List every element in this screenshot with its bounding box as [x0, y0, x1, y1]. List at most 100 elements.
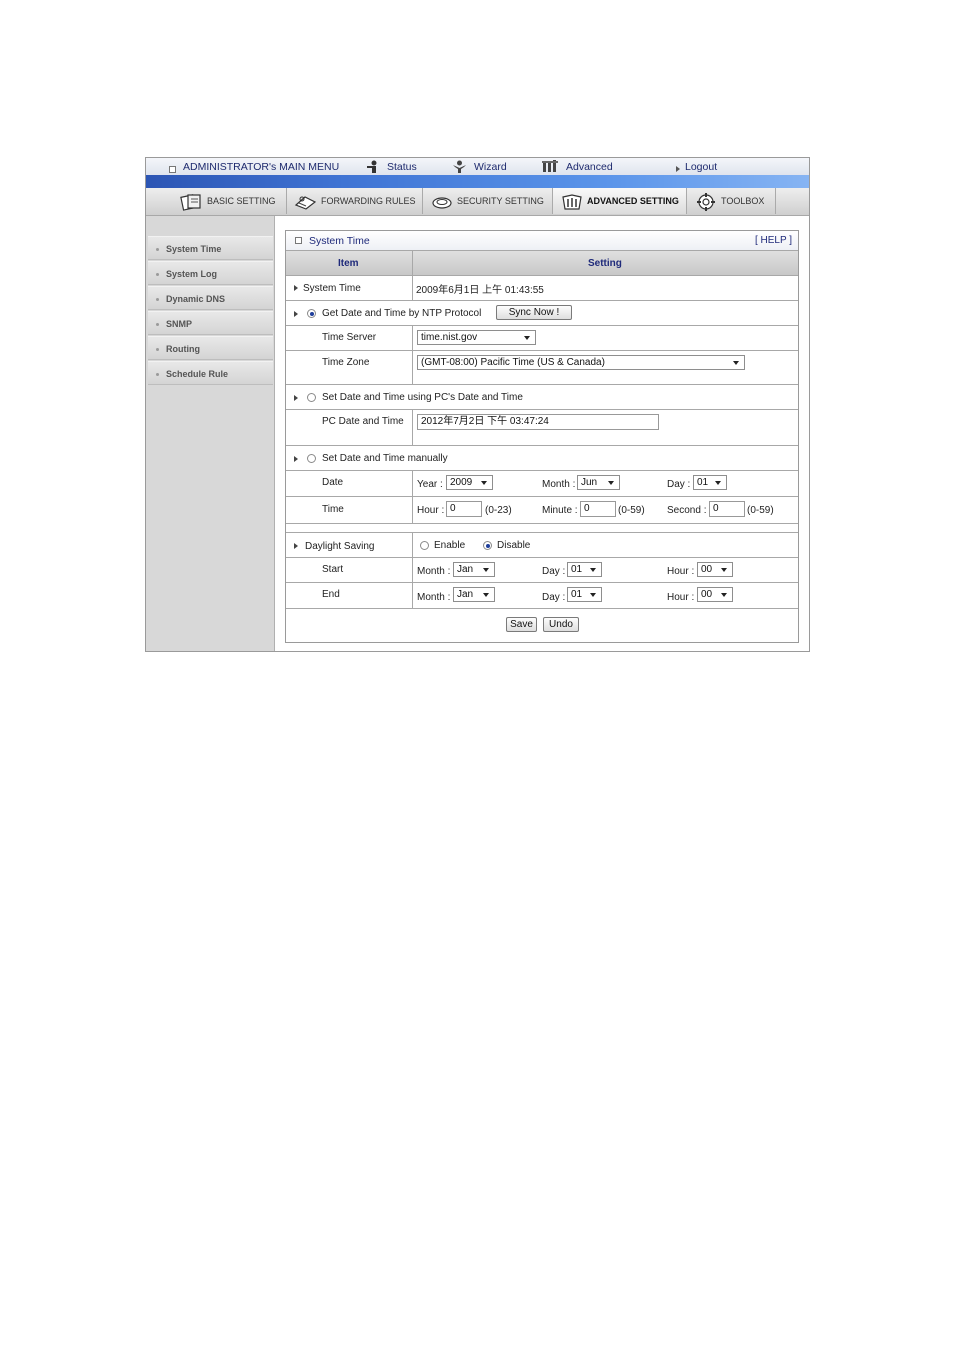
manual-time-radio[interactable] — [307, 454, 316, 463]
end-hour-select[interactable]: 00 — [697, 587, 733, 602]
pc-date-time-label: PC Date and Time — [322, 416, 404, 427]
wizard-link[interactable]: Wizard — [474, 161, 507, 174]
day-select[interactable]: 01 — [693, 475, 727, 490]
bullet-icon — [156, 373, 159, 377]
tab-forwarding-rules[interactable]: FORWARDING RULES — [287, 188, 423, 214]
bullet-icon — [156, 248, 159, 252]
title-square-icon — [295, 237, 302, 244]
bullet-icon — [156, 298, 159, 302]
main-menu-bar: ADMINISTRATOR's MAIN MENU Status Wizard … — [146, 158, 809, 175]
start-month-select[interactable]: Jan — [453, 562, 495, 577]
time-server-label: Time Server — [322, 332, 377, 343]
spacer-row — [286, 524, 798, 533]
sidebar-item-label: Routing — [166, 344, 200, 354]
page-title: System Time — [309, 235, 370, 247]
basic-setting-icon — [179, 193, 205, 211]
sidebar-item-system-time[interactable]: System Time — [148, 236, 273, 260]
tab-basic-setting[interactable]: BASIC SETTING — [173, 188, 287, 214]
help-link[interactable]: [ HELP ] — [755, 235, 792, 246]
time-zone-select[interactable]: (GMT-08:00) Pacific Time (US & Canada) — [417, 355, 745, 370]
sidebar-item-label: Schedule Rule — [166, 369, 229, 379]
time-server-row: Time Server time.nist.gov — [286, 326, 798, 351]
forwarding-rules-icon — [293, 193, 319, 211]
toolbox-icon — [693, 192, 719, 211]
time-zone-row: Time Zone (GMT-08:00) Pacific Time (US &… — [286, 351, 798, 385]
row-arrow-icon — [294, 285, 298, 291]
ntp-row: Get Date and Time by NTP Protocol Sync N… — [286, 301, 798, 326]
save-button[interactable]: Save — [506, 617, 537, 632]
manual-time-row: Set Date and Time manually — [286, 446, 798, 471]
menu-square-icon — [169, 166, 176, 173]
start-day-label: Day : — [542, 566, 566, 577]
bullet-icon — [156, 273, 159, 277]
router-admin-frame: ADMINISTRATOR's MAIN MENU Status Wizard … — [145, 157, 810, 652]
tab-security-setting-label: SECURITY SETTING — [457, 196, 544, 206]
year-select[interactable]: 2009 — [446, 475, 493, 490]
second-field[interactable]: 0 — [709, 501, 745, 517]
item-cell — [286, 497, 413, 523]
time-zone-label: Time Zone — [322, 357, 370, 368]
dst-enable-label: Enable — [434, 540, 466, 551]
dst-end-label: End — [322, 589, 340, 600]
sidebar: System Time System Log Dynamic DNS SNMP … — [146, 216, 275, 651]
year-label: Year : — [417, 479, 443, 490]
time-server-select[interactable]: time.nist.gov — [417, 330, 536, 345]
logout-link[interactable]: Logout — [685, 161, 717, 174]
tab-advanced-setting[interactable]: ADVANCED SETTING — [553, 188, 687, 214]
start-day-select[interactable]: 01 — [567, 562, 602, 577]
dst-start-label: Start — [322, 564, 344, 575]
system-time-value: 2009年6月1日 上午 01:43:55 — [416, 285, 544, 296]
sidebar-item-schedule-rule[interactable]: Schedule Rule — [148, 361, 273, 385]
end-month-select[interactable]: Jan — [453, 587, 495, 602]
daylight-saving-label: Daylight Saving — [305, 541, 375, 552]
tab-security-setting[interactable]: SECURITY SETTING — [423, 188, 553, 214]
dst-end-row: End Month : Jan Day : 01 Hour : 00 — [286, 583, 798, 609]
start-hour-label: Hour : — [667, 566, 695, 577]
sidebar-item-system-log[interactable]: System Log — [148, 261, 273, 285]
pc-date-time-field[interactable]: 2012年7月2日 下午 03:47:24 — [417, 414, 659, 430]
minute-field[interactable]: 0 — [580, 501, 616, 517]
sidebar-item-dynamic-dns[interactable]: Dynamic DNS — [148, 286, 273, 310]
minute-label: Minute : — [542, 505, 578, 516]
main-menu-title: ADMINISTRATOR's MAIN MENU — [183, 161, 340, 173]
manual-time-label: Set Date and Time manually — [322, 453, 448, 464]
pc-time-label: Set Date and Time using PC's Date and Ti… — [322, 392, 523, 403]
undo-button[interactable]: Undo — [543, 617, 579, 632]
tab-forwarding-rules-label: FORWARDING RULES — [321, 196, 416, 206]
item-cell — [286, 471, 413, 496]
row-arrow-icon — [294, 456, 298, 462]
bullet-icon — [156, 323, 159, 327]
ntp-label: Get Date and Time by NTP Protocol — [322, 308, 482, 319]
advanced-link[interactable]: Advanced — [566, 161, 613, 174]
header-blue-bar — [146, 175, 809, 188]
end-day-select[interactable]: 01 — [567, 587, 602, 602]
end-day-label: Day : — [542, 592, 566, 603]
minute-range: (0-59) — [618, 505, 645, 516]
second-range: (0-59) — [747, 505, 774, 516]
tab-basic-setting-label: BASIC SETTING — [207, 196, 276, 206]
end-hour-label: Hour : — [667, 592, 695, 603]
hour-range: (0-23) — [485, 505, 512, 516]
pc-time-radio[interactable] — [307, 393, 316, 402]
start-hour-select[interactable]: 00 — [697, 562, 733, 577]
sidebar-item-snmp[interactable]: SNMP — [148, 311, 273, 335]
dst-disable-radio[interactable] — [483, 541, 492, 550]
status-link[interactable]: Status — [387, 161, 417, 174]
sidebar-item-label: Dynamic DNS — [166, 294, 226, 304]
ntp-radio[interactable] — [307, 309, 316, 318]
system-time-label: System Time — [303, 283, 361, 294]
sidebar-item-label: System Log — [166, 269, 218, 279]
second-label: Second : — [667, 505, 707, 516]
tab-toolbox[interactable]: TOOLBOX — [687, 188, 776, 214]
hour-field[interactable]: 0 — [446, 501, 482, 517]
month-select[interactable]: Jun — [577, 475, 620, 490]
tab-toolbox-label: TOOLBOX — [721, 196, 765, 206]
month-label: Month : — [542, 479, 576, 490]
end-month-label: Month : — [417, 592, 451, 603]
table-header-row: Item Setting — [286, 251, 798, 276]
status-icon — [366, 160, 380, 176]
dst-enable-radio[interactable] — [420, 541, 429, 550]
sidebar-item-routing[interactable]: Routing — [148, 336, 273, 360]
column-header-setting: Setting — [588, 258, 622, 269]
sync-now-button[interactable]: Sync Now ! — [496, 305, 572, 320]
